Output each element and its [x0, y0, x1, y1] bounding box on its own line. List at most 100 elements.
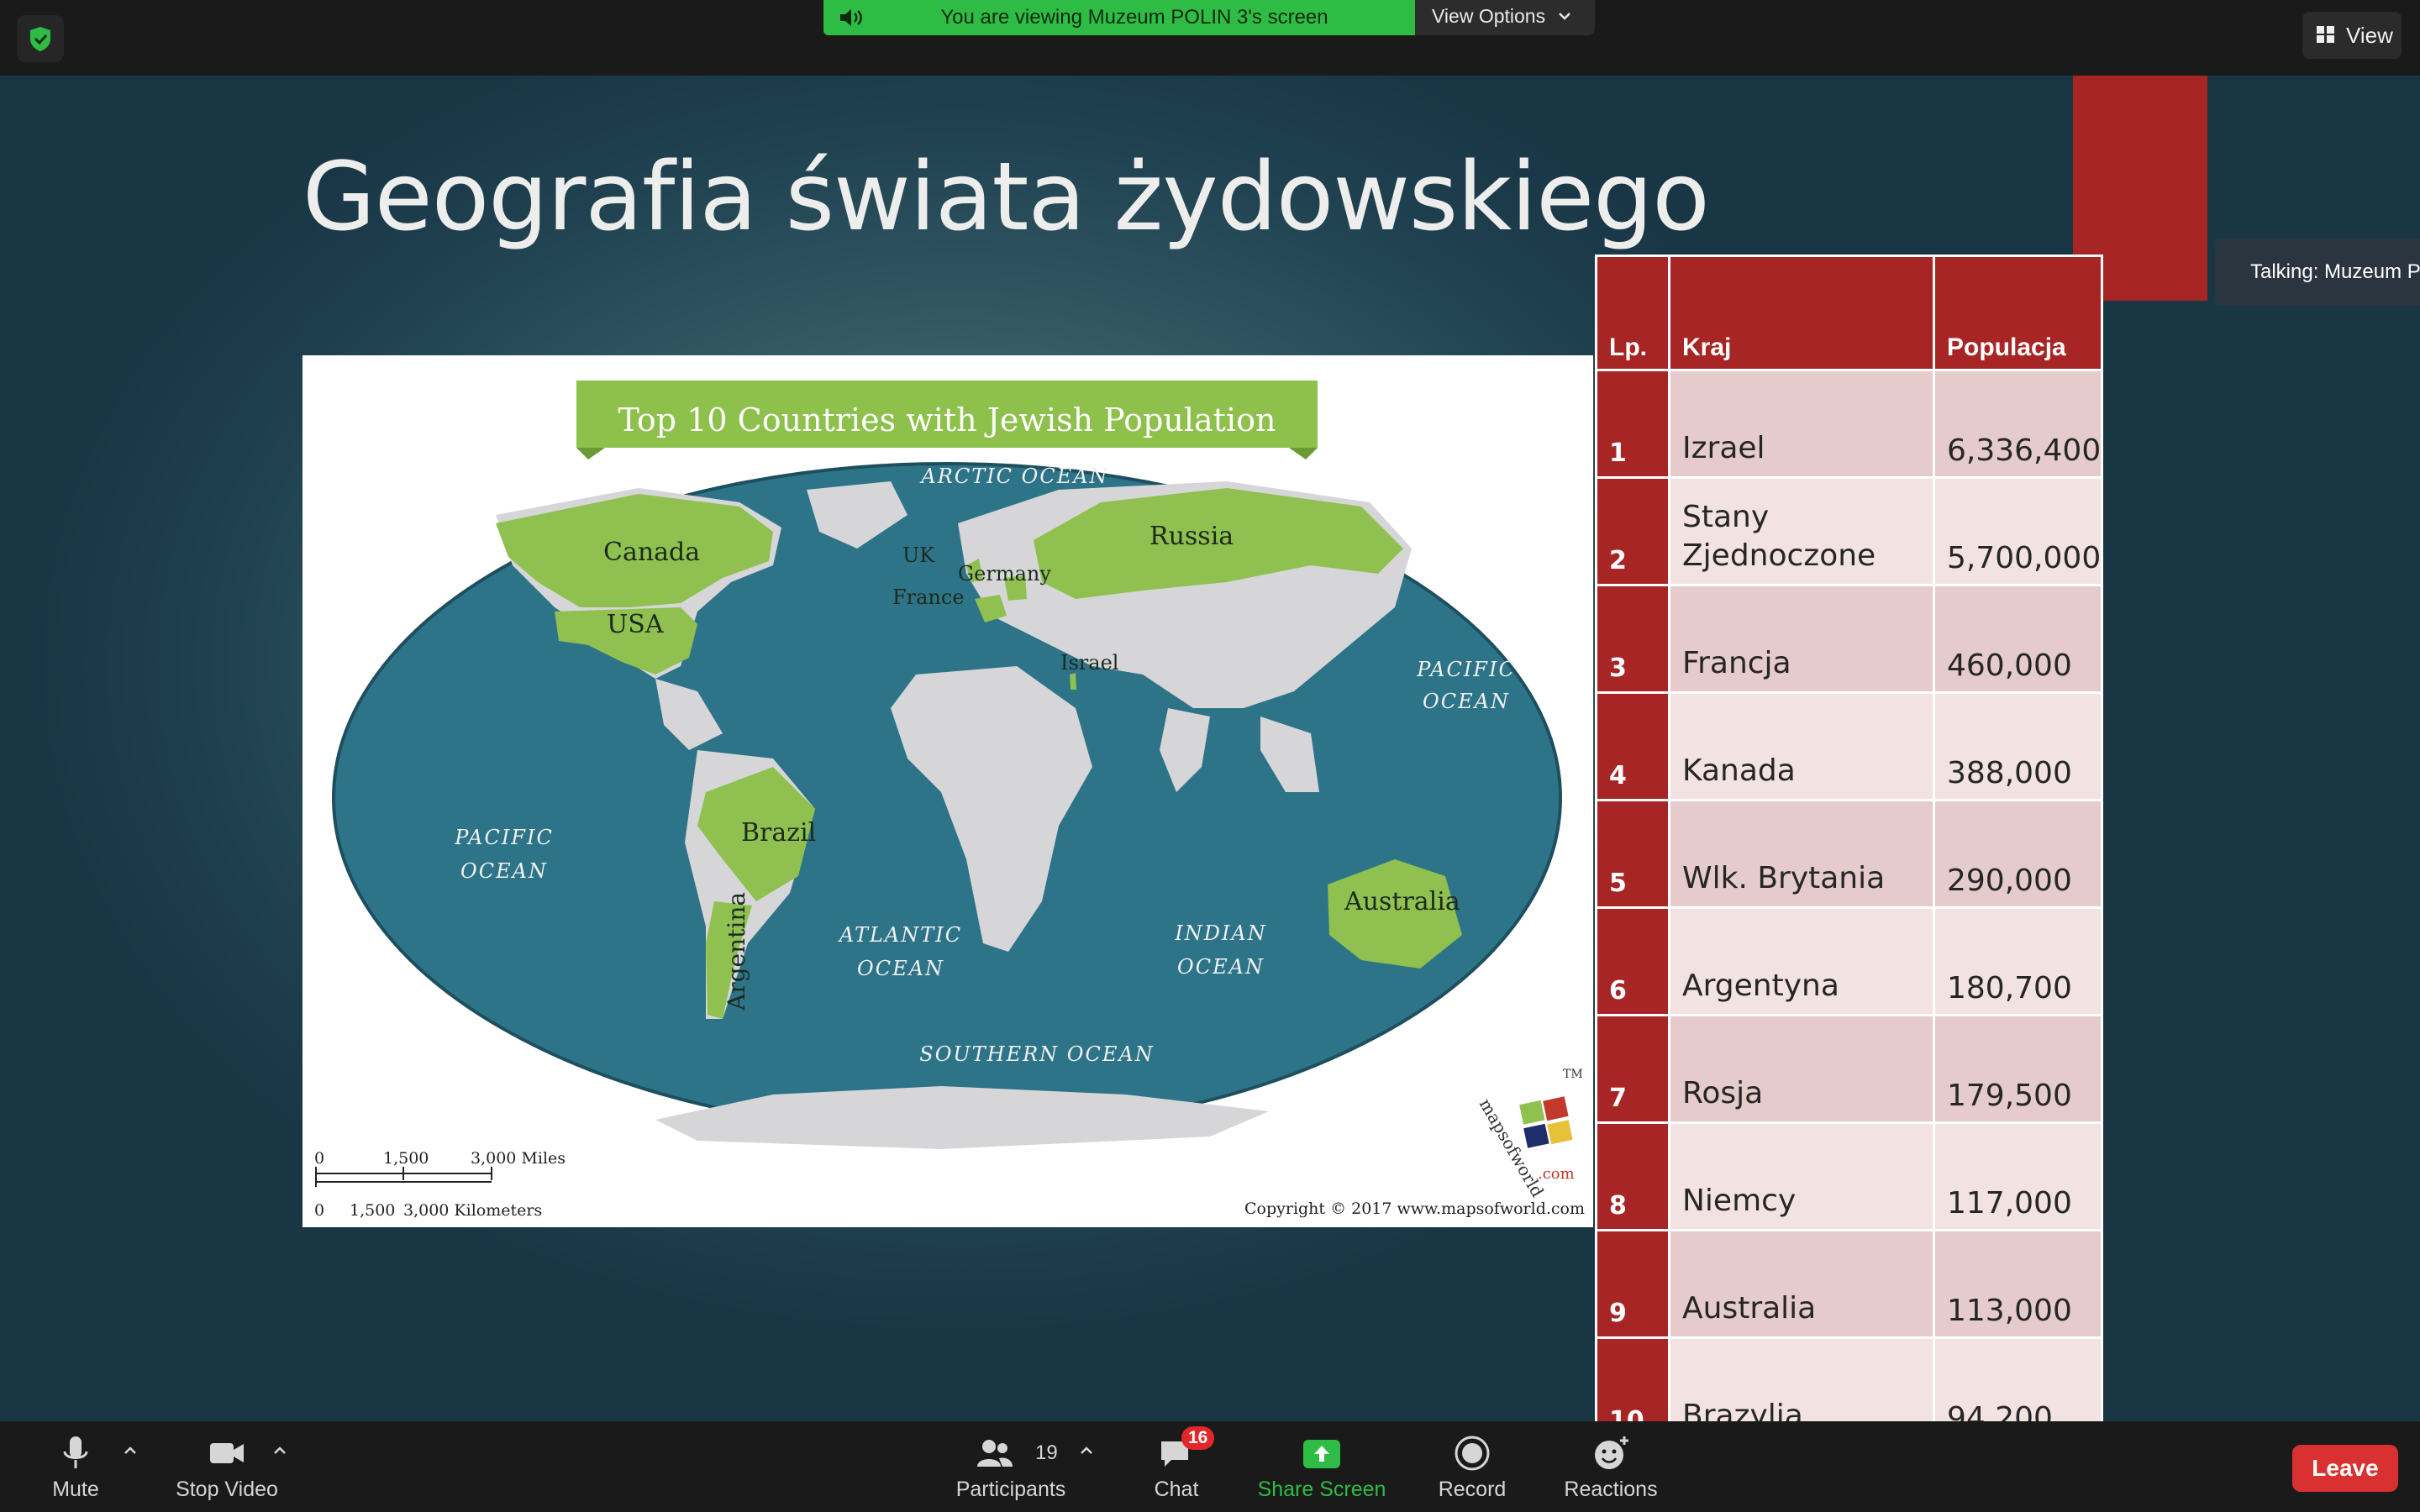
table-row: 2 Stany Zjednoczone 5,700,000	[1595, 476, 2103, 586]
mute-button[interactable]: Mute	[34, 1421, 118, 1512]
record-label: Record	[1438, 1478, 1507, 1501]
map-scale: 0 1,500 3,000 Miles 0 1,500 3,000 Kilome…	[314, 1149, 566, 1220]
chevron-down-icon	[1559, 13, 1570, 20]
russia-label: Russia	[1150, 522, 1234, 551]
usa-label: USA	[607, 610, 664, 639]
row-lp: 6	[1595, 906, 1670, 1016]
row-lp: 5	[1595, 799, 1670, 909]
scale-km-1500: 1,500	[350, 1201, 395, 1220]
reactions-label: Reactions	[1564, 1478, 1658, 1501]
screen-share-banner: You are viewing Muzeum POLIN 3's screen	[823, 0, 1415, 35]
participants-icon	[977, 1440, 1013, 1467]
header-lp: Lp.	[1595, 255, 1670, 371]
row-lp: 2	[1595, 476, 1670, 586]
map-copyright: Copyright © 2017 www.mapsofworld.com	[1244, 1200, 1585, 1218]
row-lp: 4	[1595, 691, 1670, 801]
table-row: 3 Francja 460,000	[1595, 584, 2103, 694]
mute-label: Mute	[52, 1478, 99, 1501]
pacific-ocean-west-label-1: PACIFIC	[454, 826, 554, 849]
map-banner-title: Top 10 Countries with Jewish Population	[618, 402, 1276, 438]
reactions-button[interactable]: Reactions	[1555, 1421, 1667, 1512]
germany-label: Germany	[958, 562, 1051, 585]
table-row: 7 Rosja 179,500	[1595, 1014, 2103, 1124]
scale-miles-0: 0	[314, 1149, 324, 1168]
arctic-ocean-label: ARCTIC OCEAN	[919, 465, 1108, 488]
video-options-caret-icon[interactable]	[271, 1441, 289, 1460]
participants-count: 19	[1035, 1441, 1058, 1464]
speaker-icon	[840, 9, 862, 26]
israel-shape	[1070, 673, 1076, 690]
record-icon	[1455, 1436, 1490, 1471]
leave-button[interactable]: Leave	[2292, 1445, 2398, 1492]
security-shield-icon[interactable]	[17, 15, 64, 62]
row-population: 113,000	[1933, 1229, 2103, 1339]
chat-unread-badge: 16	[1181, 1426, 1215, 1450]
brazil-label: Brazil	[741, 818, 816, 848]
row-lp: 8	[1595, 1121, 1670, 1231]
stop-video-button[interactable]: Stop Video	[165, 1421, 289, 1512]
microphone-icon	[63, 1436, 88, 1468]
row-lp: 10	[1595, 1336, 1670, 1421]
participants-button[interactable]: Participants	[950, 1421, 1072, 1512]
audio-options-caret-icon[interactable]	[121, 1441, 139, 1460]
row-country: Niemcy	[1668, 1121, 1935, 1231]
row-country: Wlk. Brytania	[1668, 799, 1935, 909]
share-screen-icon	[1303, 1440, 1340, 1468]
stop-video-label: Stop Video	[176, 1478, 278, 1501]
header-population: Populacja	[1933, 255, 2103, 371]
row-population: 460,000	[1933, 584, 2103, 694]
row-population: 6,336,400	[1933, 369, 2103, 479]
australia-label: Australia	[1344, 887, 1460, 916]
southern-ocean-label: SOUTHERN OCEAN	[919, 1042, 1154, 1066]
logo-tm: TM	[1563, 1068, 1583, 1081]
share-screen-button[interactable]: Share Screen	[1252, 1421, 1392, 1512]
slide-title: Geografia świata żydowskiego	[302, 143, 1710, 252]
shared-screen: Geografia świata żydowskiego Talking: Mu…	[0, 76, 2420, 1421]
scale-miles-1500: 1,500	[383, 1149, 429, 1168]
row-population: 94,200	[1933, 1336, 2103, 1421]
canada-label: Canada	[603, 538, 700, 567]
row-population: 180,700	[1933, 906, 2103, 1016]
row-population: 117,000	[1933, 1121, 2103, 1231]
view-options-button[interactable]: View Options	[1415, 0, 1595, 35]
pacific-ocean-east-label-2: OCEAN	[1423, 690, 1510, 713]
pacific-ocean-west-label-2: OCEAN	[460, 859, 548, 883]
table-row: 9 Australia 113,000	[1595, 1229, 2103, 1339]
row-population: 179,500	[1933, 1014, 2103, 1124]
uk-label: UK	[902, 543, 935, 567]
row-country: Kanada	[1668, 691, 1935, 801]
world-map: Top 10 Countries with Jewish Population	[302, 355, 1593, 1227]
row-population: 388,000	[1933, 691, 2103, 801]
france-label: France	[892, 585, 965, 609]
mapsofworld-logo: mapsofworld .com TM	[1476, 1068, 1583, 1200]
participants-options-caret-icon[interactable]	[1077, 1441, 1096, 1460]
table-row: 6 Argentyna 180,700	[1595, 906, 2103, 1016]
row-country: Brazylia	[1668, 1336, 1935, 1421]
row-country: Argentyna	[1668, 906, 1935, 1016]
view-label: View	[2346, 23, 2393, 48]
atlantic-ocean-label-2: OCEAN	[857, 957, 944, 980]
row-country: Izrael	[1668, 369, 1935, 479]
map-banner: Top 10 Countries with Jewish Population	[576, 381, 1318, 459]
table-row: 10 Brazylia 94,200	[1595, 1336, 2103, 1421]
row-country: Rosja	[1668, 1014, 1935, 1124]
indian-ocean-label-1: INDIAN	[1174, 921, 1267, 945]
scale-km-3000: 3,000 Kilometers	[403, 1201, 542, 1220]
scale-km-0: 0	[314, 1201, 324, 1220]
row-lp: 1	[1595, 369, 1670, 479]
view-button[interactable]: View	[2302, 12, 2402, 59]
pacific-ocean-east-label-1: PACIFIC	[1416, 658, 1516, 681]
row-country: Francja	[1668, 584, 1935, 694]
israel-label: Israel	[1060, 651, 1118, 675]
record-button[interactable]: Record	[1428, 1421, 1516, 1512]
row-population: 5,700,000	[1933, 476, 2103, 586]
video-camera-icon	[210, 1443, 244, 1463]
table-row: 8 Niemcy 117,000	[1595, 1121, 2103, 1231]
row-country: Australia	[1668, 1229, 1935, 1339]
view-options-label: View Options	[1432, 5, 1546, 27]
top-bar: You are viewing Muzeum POLIN 3's screen …	[0, 0, 2420, 76]
logo-suffix: .com	[1538, 1165, 1575, 1183]
row-lp: 3	[1595, 584, 1670, 694]
sharing-banner-text: You are viewing Muzeum POLIN 3's screen	[940, 6, 1328, 29]
share-screen-label: Share Screen	[1257, 1478, 1386, 1501]
